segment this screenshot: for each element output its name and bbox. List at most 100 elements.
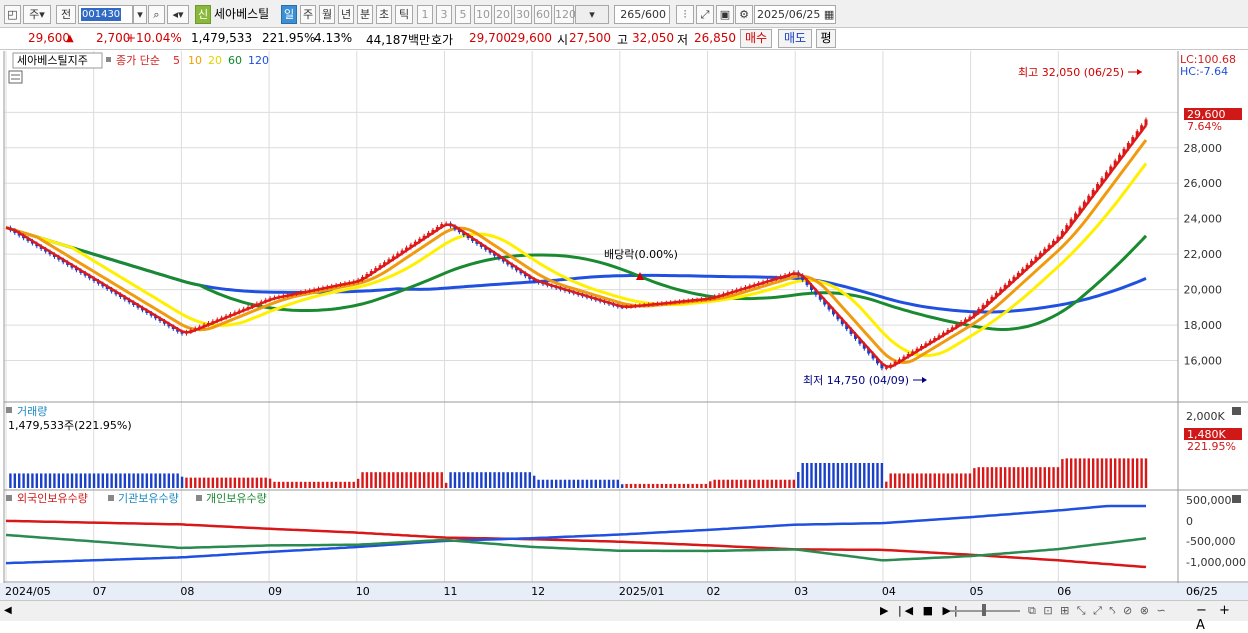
period-month[interactable]: 월 xyxy=(319,5,335,24)
holdings-close-icon[interactable] xyxy=(1232,495,1241,503)
volume-bar xyxy=(537,479,540,488)
count-input[interactable]: 265/600 xyxy=(614,5,670,24)
volume-bar xyxy=(638,483,642,488)
volume-bar xyxy=(634,483,637,488)
volume-bar xyxy=(238,477,241,488)
playback-controls[interactable]: ▶ |◀ ■ ▶| xyxy=(880,604,961,617)
code-dropdown-button[interactable]: ▾ xyxy=(133,5,147,24)
volume-bar xyxy=(550,479,553,488)
volume-bar xyxy=(603,479,606,488)
volume-close-icon[interactable] xyxy=(1232,407,1241,415)
interval-20[interactable]: 20 xyxy=(494,5,512,24)
volume-bar xyxy=(687,483,690,488)
volume-bar xyxy=(669,483,672,488)
volume-bar xyxy=(797,472,800,488)
volume-bar xyxy=(792,479,796,488)
interval-60[interactable]: 60 xyxy=(534,5,552,24)
volume-bar xyxy=(348,481,351,488)
volume-bar xyxy=(1021,467,1024,488)
stock-code-input[interactable]: 001430 xyxy=(78,5,133,24)
volume-bar xyxy=(735,479,738,488)
volume-value: 1,479,533주(221.95%) xyxy=(8,419,132,432)
volume-bar xyxy=(898,473,901,488)
date-value: 2025/06/25 xyxy=(757,8,821,21)
interval-dropdown[interactable]: ▾ xyxy=(575,5,609,24)
candle-body xyxy=(1144,119,1148,126)
volume: 1,479,533 xyxy=(191,31,253,45)
scroll-left-icon[interactable]: ◀ xyxy=(4,605,12,616)
low-marker: 최저 14,750 (04/09) xyxy=(803,374,909,387)
save-icon[interactable]: ▣ xyxy=(716,5,734,24)
volume-bar xyxy=(493,472,496,488)
volume-bar xyxy=(599,479,602,488)
interval-1[interactable]: 1 xyxy=(417,5,433,24)
volume-bar xyxy=(260,477,263,488)
volume-bar xyxy=(981,467,985,488)
volume-bar xyxy=(841,462,844,488)
volume-bar xyxy=(290,481,294,488)
open-label: 시 xyxy=(557,33,569,47)
new-badge[interactable]: 신 xyxy=(195,5,211,24)
period-second[interactable]: 초 xyxy=(376,5,392,24)
interval-30[interactable]: 30 xyxy=(514,5,532,24)
period-week[interactable]: 주 xyxy=(300,5,316,24)
volume-bar xyxy=(207,477,210,488)
volume-bar xyxy=(572,479,575,488)
volume-bar xyxy=(1065,458,1068,488)
volume-bar xyxy=(1039,467,1042,488)
candle-icon[interactable]: ⫶ xyxy=(676,5,694,24)
volume-bar xyxy=(656,483,659,488)
volume-bar xyxy=(871,462,875,488)
table-toggle-icon[interactable] xyxy=(8,70,23,84)
search-icon[interactable]: ⌕ xyxy=(148,5,165,24)
holdings-bullet xyxy=(108,495,114,501)
period-minute[interactable]: 분 xyxy=(357,5,373,24)
date-input[interactable]: 2025/06/25 ▦ xyxy=(754,5,836,24)
volume-bar xyxy=(44,473,47,488)
buy-button[interactable]: 매수 xyxy=(740,29,772,48)
line-tool-icon[interactable]: ⤢ xyxy=(696,5,714,24)
mode-select[interactable]: 주▾ xyxy=(23,5,51,24)
volume-bar xyxy=(933,473,936,488)
x-axis-label: 05 xyxy=(970,585,984,598)
volume-bar xyxy=(154,473,157,488)
low: 26,850 xyxy=(694,31,736,45)
prev-button[interactable]: 전 xyxy=(56,5,76,24)
volume-bar xyxy=(224,477,228,488)
volume-bar xyxy=(458,472,461,488)
eval-button[interactable]: 평 xyxy=(816,29,836,48)
price: 29,600 xyxy=(28,31,70,45)
period-year[interactable]: 년 xyxy=(338,5,354,24)
volume-bar xyxy=(1025,467,1029,488)
window-icon[interactable]: ◰ xyxy=(4,5,21,24)
volume-bar xyxy=(1056,467,1060,488)
volume-bar xyxy=(330,481,333,488)
sell-button[interactable]: 매도 xyxy=(778,29,812,48)
interval-10[interactable]: 10 xyxy=(474,5,492,24)
volume-bar xyxy=(418,472,421,488)
volume-bar xyxy=(145,473,149,488)
speaker-icon[interactable]: ◂▾ xyxy=(167,5,189,24)
zoom-controls[interactable]: − + A xyxy=(1196,603,1248,633)
volume-bar xyxy=(308,481,311,488)
volume-axis-2000k: 2,000K xyxy=(1186,410,1225,423)
drawing-tools[interactable]: ⧉ ⊡ ⊞ ⤡ ⤢ ⤣ ⊘ ⊗ ∽ xyxy=(1028,604,1168,618)
ma-5-label: 5 xyxy=(173,54,180,67)
high-label: 고 xyxy=(617,33,629,47)
period-day[interactable]: 일 xyxy=(281,5,297,24)
interval-5[interactable]: 5 xyxy=(455,5,471,24)
volume-bar xyxy=(220,477,223,488)
volume-bar xyxy=(854,462,857,488)
zoom-slider-handle[interactable] xyxy=(982,604,986,616)
volume-bullet xyxy=(6,407,12,413)
chart-area[interactable]: 세아베스틸지주 종가 단순 5 10 20 60 120 LC:100.68 H… xyxy=(0,50,1248,600)
interval-120[interactable]: 120 xyxy=(554,5,576,24)
volume-bar xyxy=(1144,458,1148,488)
gear-icon[interactable]: ⚙ xyxy=(735,5,753,24)
volume-bar xyxy=(726,479,730,488)
volume-bar xyxy=(1109,458,1112,488)
volume-bar xyxy=(13,473,17,488)
interval-3[interactable]: 3 xyxy=(436,5,452,24)
volume-bar xyxy=(849,462,853,488)
period-tick[interactable]: 틱 xyxy=(395,5,413,24)
